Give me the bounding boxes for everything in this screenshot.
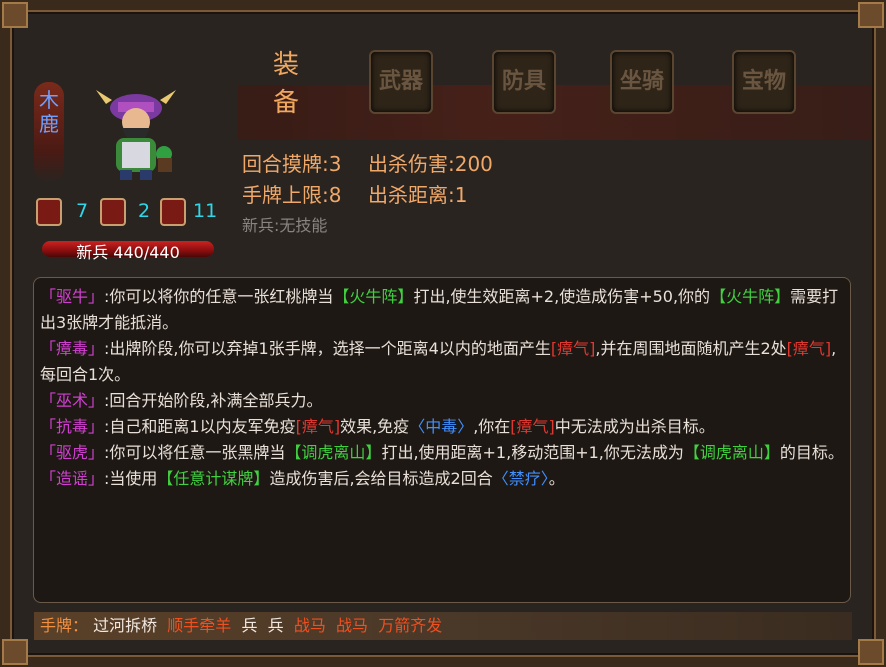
horse-count: 11 (193, 200, 218, 222)
general-portrait (96, 90, 176, 180)
skill-entry: 「抗毒」:自己和距离1以内友军免疫[瘴气]效果,免疫〈中毒〉,你在[瘴气]中无法… (40, 417, 715, 436)
skill-entry: 「驱虎」:你可以将任意一张黑牌当【调虎离山】打出,使用距离+1,移动范围+1,你… (40, 443, 844, 462)
attack-count: 2 (138, 200, 151, 222)
hand-card[interactable]: 战马 (336, 616, 368, 635)
hand-card-icon (36, 198, 62, 226)
frame-corner (2, 2, 28, 28)
slot-treasure[interactable]: 宝物 (732, 50, 796, 114)
attack-icon (100, 198, 126, 226)
slot-weapon[interactable]: 武器 (369, 50, 433, 114)
hp-text: 新兵 440/440 (76, 243, 180, 262)
skill-entry: 「巫术」:回合开始阶段,补满全部兵力。 (40, 391, 323, 410)
frame-corner (858, 639, 884, 665)
general-stats: 7 2 11 (36, 198, 236, 228)
hand-card[interactable]: 过河拆桥 (93, 616, 157, 635)
hand-card[interactable]: 顺手牵羊 (167, 616, 231, 635)
equip-title: 装 备 (270, 46, 302, 122)
hand-card[interactable]: 战马 (294, 616, 326, 635)
skill-entry: 「瘴毒」:出牌阶段,你可以弃掉1张手牌，选择一个距离4以内的地面产生[瘴气],并… (40, 339, 837, 384)
hand-card[interactable]: 兵 (241, 616, 257, 635)
hand-label: 手牌： (40, 616, 89, 635)
hand-card[interactable]: 万箭齐发 (378, 616, 442, 635)
skill-description-panel: 「驱牛」:你可以将你的任意一张红桃牌当【火牛阵】打出,使生效距离+2,使造成伤害… (33, 277, 851, 603)
info-soldier: 新兵:无技能 (242, 216, 328, 235)
frame-corner (2, 639, 28, 665)
info-draw: 回合摸牌:3 (242, 152, 342, 176)
horse-icon (160, 198, 186, 226)
equip-title-line1: 装 (272, 50, 299, 80)
info-hand-limit: 手牌上限:8 (242, 183, 342, 207)
frame-corner (858, 2, 884, 28)
skill-entry: 「造谣」:当使用【任意计谋牌】造成伤害后,会给目标造成2回合〈禁疗〉。 (40, 469, 565, 488)
hand-cards-bar: 手牌： 过河拆桥 顺手牵羊 兵 兵 战马 战马 万箭齐发 (34, 612, 852, 640)
slot-armor[interactable]: 防具 (492, 50, 556, 114)
equip-title-line2: 备 (272, 88, 299, 118)
general-name: 木鹿 (34, 82, 64, 182)
slot-mount[interactable]: 坐骑 (610, 50, 674, 114)
skill-entry: 「驱牛」:你可以将你的任意一张红桃牌当【火牛阵】打出,使生效距离+2,使造成伤害… (40, 287, 839, 332)
hand-card[interactable]: 兵 (268, 616, 284, 635)
info-damage: 出杀伤害:200 (368, 152, 493, 176)
info-range: 出杀距离:1 (368, 183, 468, 207)
hand-card-count: 7 (76, 200, 89, 222)
